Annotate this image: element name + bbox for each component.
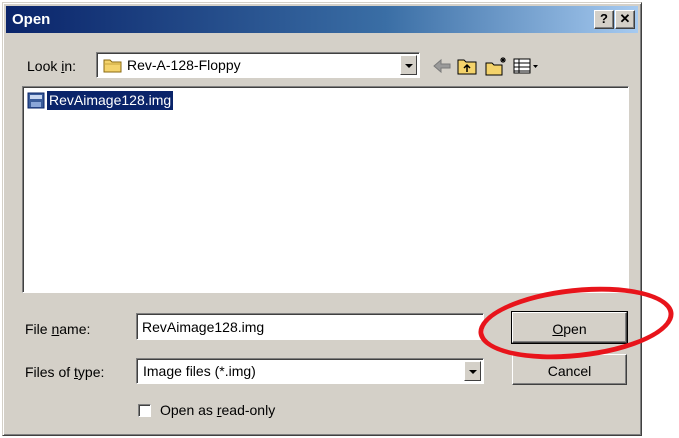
cancel-button-label: Cancel xyxy=(547,363,592,379)
file-name-value: RevAimage128.img xyxy=(142,319,265,335)
files-of-type-label: Files of type: xyxy=(25,364,105,380)
disk-image-icon xyxy=(27,92,45,109)
look-in-dropdown-button[interactable] xyxy=(400,55,417,75)
open-dialog: Open ? ✕ Look in: Rev-A-128-Floppy RevAi… xyxy=(2,2,642,436)
open-button-label: Open xyxy=(552,321,587,337)
file-name-label: File name: xyxy=(25,321,91,337)
up-folder-icon[interactable] xyxy=(456,56,478,76)
folder-icon xyxy=(103,59,122,73)
files-of-type-dropdown[interactable]: Image files (*.img) xyxy=(136,358,484,384)
cancel-button[interactable]: Cancel xyxy=(512,354,627,385)
look-in-label: Look in: xyxy=(27,58,77,74)
title-bar[interactable]: Open ? ✕ xyxy=(6,6,638,33)
help-button[interactable]: ? xyxy=(594,10,614,29)
read-only-label[interactable]: Open as read-only xyxy=(160,402,275,418)
new-folder-icon[interactable] xyxy=(484,56,508,76)
look-in-value: Rev-A-128-Floppy xyxy=(127,57,241,73)
file-name-text: RevAimage128.img xyxy=(45,90,175,111)
look-in-dropdown[interactable]: Rev-A-128-Floppy xyxy=(96,52,420,78)
close-button[interactable]: ✕ xyxy=(615,10,635,29)
file-list[interactable]: RevAimage128.img xyxy=(22,86,629,293)
file-name-input[interactable]: RevAimage128.img xyxy=(136,313,484,340)
view-menu-icon[interactable] xyxy=(512,56,540,76)
window-title: Open xyxy=(12,11,51,28)
files-of-type-value: Image files (*.img) xyxy=(143,363,256,379)
open-button[interactable]: Open xyxy=(511,311,628,344)
files-of-type-dropdown-button[interactable] xyxy=(464,361,481,381)
read-only-checkbox[interactable] xyxy=(138,404,151,417)
back-arrow-icon[interactable] xyxy=(431,56,453,76)
